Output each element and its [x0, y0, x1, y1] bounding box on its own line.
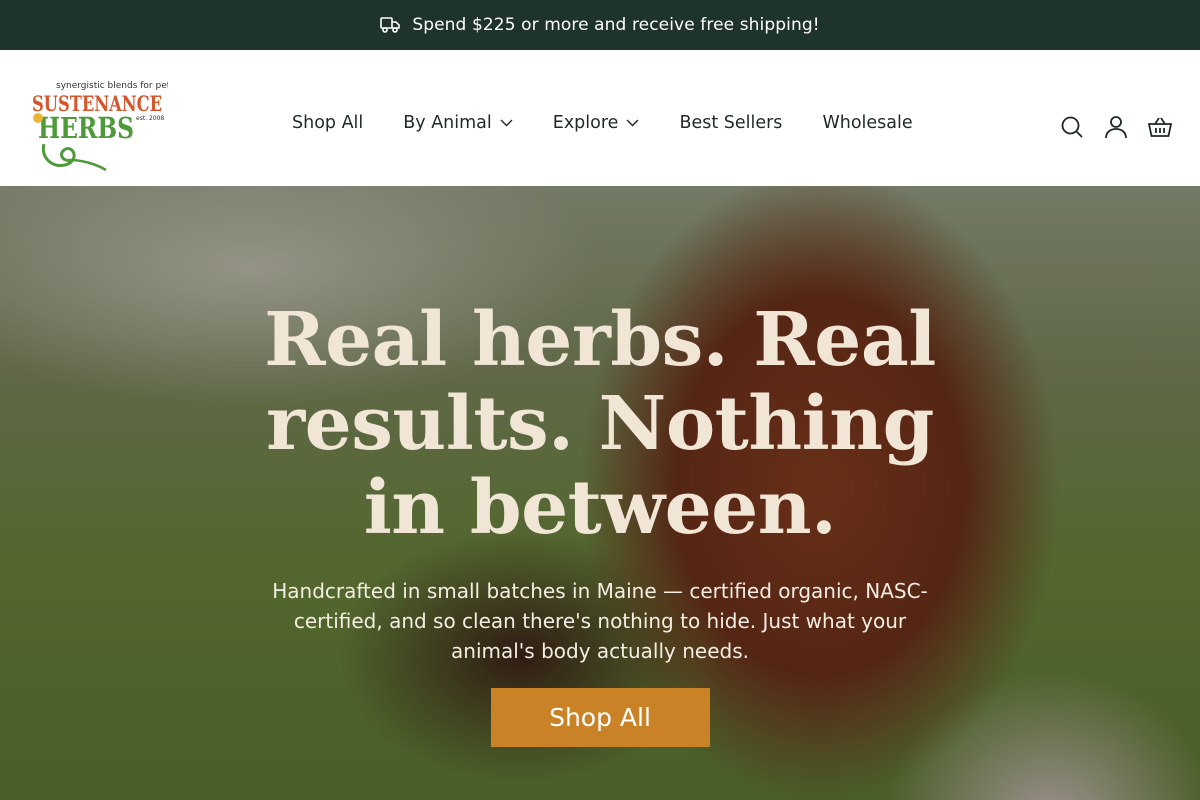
account-icon[interactable] [1104, 115, 1128, 139]
nav-shop-all-label: Shop All [292, 113, 364, 133]
chevron-down-icon [626, 119, 639, 127]
brand-logo[interactable]: synergistic blends for pets SUSTENANCE H… [30, 78, 168, 174]
nav-shop-all[interactable]: Shop All [292, 113, 363, 133]
site-header: synergistic blends for pets SUSTENANCE H… [0, 50, 1200, 186]
nav-explore-label: Explore [552, 113, 619, 133]
hero-banner: Real herbs. Real results. Nothing in bet… [0, 186, 1200, 800]
basket-icon[interactable] [1148, 115, 1172, 139]
search-icon[interactable] [1060, 115, 1084, 139]
nav-best-sellers[interactable]: Best Sellers [679, 113, 782, 133]
nav-explore[interactable]: Explore [553, 113, 640, 133]
truck-icon [380, 16, 401, 34]
logo-est: est. 2008 [136, 115, 164, 122]
hero-subtitle: Handcrafted in small batches in Maine — … [272, 579, 928, 663]
hero-title: Real herbs. Real results. Nothing in bet… [264, 297, 936, 551]
shop-all-button[interactable]: Shop All [490, 688, 710, 747]
nav-by-animal-label: By Animal [403, 113, 492, 133]
nav-by-animal[interactable]: By Animal [403, 113, 513, 133]
nav-best-sellers-label: Best Sellers [679, 113, 783, 133]
main-nav: Shop All By Animal Explore Best Sellers … [292, 113, 913, 133]
header-actions [1040, 115, 1172, 139]
logo-tagline: synergistic blends for pets [56, 81, 168, 91]
nav-wholesale[interactable]: Wholesale [822, 113, 912, 133]
nav-wholesale-label: Wholesale [822, 113, 913, 133]
chevron-down-icon [500, 119, 513, 127]
logo-word-herbs: HERBS [38, 111, 134, 145]
announcement-text: Spend $225 or more and receive free ship… [412, 15, 820, 35]
announcement-bar: Spend $225 or more and receive free ship… [0, 0, 1200, 50]
hero-content: Real herbs. Real results. Nothing in bet… [0, 186, 1200, 800]
